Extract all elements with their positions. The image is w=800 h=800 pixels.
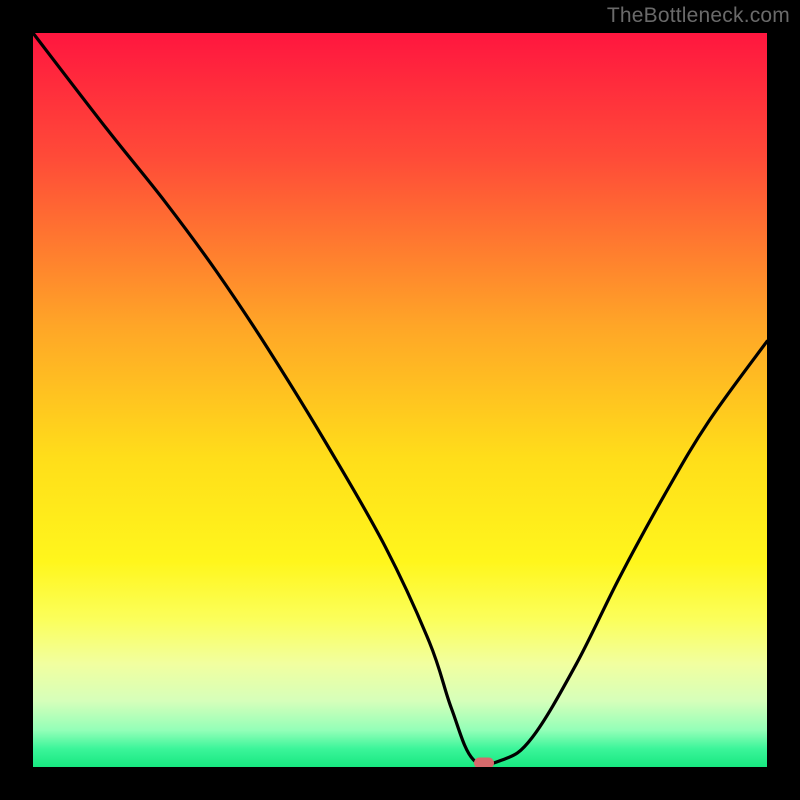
optimum-marker: [474, 757, 494, 767]
watermark-text: TheBottleneck.com: [607, 4, 790, 28]
plot-area: [33, 33, 767, 767]
bottleneck-curve: [33, 33, 767, 767]
chart-stage: TheBottleneck.com: [0, 0, 800, 800]
curve-path: [33, 33, 767, 765]
